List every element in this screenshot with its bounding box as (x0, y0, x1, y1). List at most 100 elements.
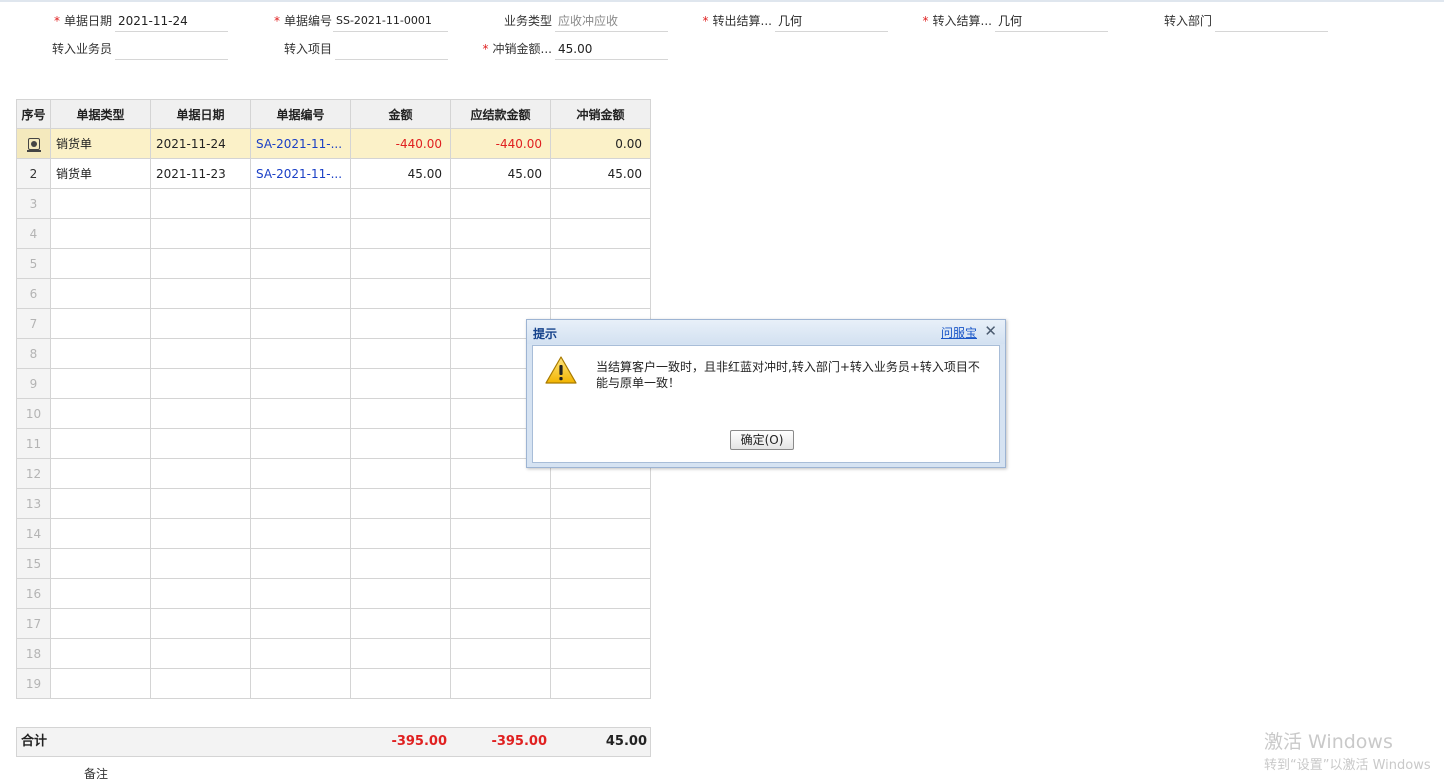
empty-cell[interactable] (50, 548, 151, 579)
type-cell[interactable]: 销货单 (50, 158, 151, 189)
empty-cell[interactable] (150, 368, 251, 399)
empty-cell[interactable] (350, 458, 451, 489)
help-link[interactable]: 问服宝 (941, 324, 977, 341)
empty-cell[interactable] (450, 548, 551, 579)
empty-cell[interactable] (250, 308, 351, 339)
empty-cell[interactable] (550, 548, 651, 579)
empty-cell[interactable] (350, 338, 451, 369)
date-cell[interactable]: 2021-11-23 (150, 158, 251, 189)
close-icon[interactable]: ✕ (984, 322, 997, 340)
receivable-cell[interactable]: 45.00 (450, 158, 551, 189)
empty-cell[interactable] (250, 608, 351, 639)
empty-cell[interactable] (550, 278, 651, 309)
empty-cell[interactable] (50, 398, 151, 429)
empty-cell[interactable] (250, 398, 351, 429)
empty-cell[interactable] (150, 398, 251, 429)
table-row[interactable]: 18 (16, 638, 651, 669)
empty-cell[interactable] (150, 278, 251, 309)
empty-cell[interactable] (50, 638, 151, 669)
empty-cell[interactable] (350, 638, 451, 669)
in-customer-input[interactable]: 几何 (995, 10, 1108, 32)
empty-cell[interactable] (50, 518, 151, 549)
empty-cell[interactable] (550, 218, 651, 249)
empty-cell[interactable] (250, 188, 351, 219)
offset-cell[interactable]: 0.00 (550, 128, 651, 159)
empty-cell[interactable] (150, 428, 251, 459)
empty-cell[interactable] (350, 428, 451, 459)
in-dept-input[interactable] (1215, 10, 1328, 32)
col-header-seq[interactable]: 序号 (16, 99, 51, 129)
table-row[interactable]: 6 (16, 278, 651, 309)
in-project-input[interactable] (335, 38, 448, 60)
empty-cell[interactable] (450, 218, 551, 249)
empty-cell[interactable] (150, 608, 251, 639)
type-cell[interactable]: 销货单 (50, 128, 151, 159)
empty-cell[interactable] (450, 608, 551, 639)
empty-cell[interactable] (50, 338, 151, 369)
empty-cell[interactable] (350, 608, 451, 639)
row-action-icon[interactable] (26, 138, 41, 152)
empty-cell[interactable] (350, 218, 451, 249)
table-row[interactable]: 14 (16, 518, 651, 549)
empty-cell[interactable] (250, 218, 351, 249)
col-header-offset[interactable]: 冲销金额 (550, 99, 651, 129)
empty-cell[interactable] (250, 578, 351, 609)
empty-cell[interactable] (250, 278, 351, 309)
empty-cell[interactable] (250, 668, 351, 699)
empty-cell[interactable] (250, 368, 351, 399)
dialog-titlebar[interactable] (527, 320, 1005, 344)
empty-cell[interactable] (250, 458, 351, 489)
table-row[interactable]: 4 (16, 218, 651, 249)
table-row[interactable]: 19 (16, 668, 651, 699)
empty-cell[interactable] (550, 488, 651, 519)
ok-button[interactable]: 确定(O) (730, 430, 794, 450)
empty-cell[interactable] (150, 488, 251, 519)
empty-cell[interactable] (350, 188, 451, 219)
empty-cell[interactable] (450, 248, 551, 279)
empty-cell[interactable] (150, 668, 251, 699)
col-header-amount[interactable]: 金额 (350, 99, 451, 129)
empty-cell[interactable] (150, 548, 251, 579)
empty-cell[interactable] (450, 188, 551, 219)
empty-cell[interactable] (550, 188, 651, 219)
empty-cell[interactable] (50, 248, 151, 279)
empty-cell[interactable] (150, 248, 251, 279)
empty-cell[interactable] (50, 308, 151, 339)
table-row[interactable]: 销货单 2021-11-24 SA-2021-11-... -440.00 -4… (16, 128, 651, 159)
table-row[interactable]: 3 (16, 188, 651, 219)
empty-cell[interactable] (350, 518, 451, 549)
empty-cell[interactable] (450, 638, 551, 669)
empty-cell[interactable] (350, 398, 451, 429)
empty-cell[interactable] (550, 608, 651, 639)
empty-cell[interactable] (550, 578, 651, 609)
empty-cell[interactable] (350, 578, 451, 609)
amount-cell[interactable]: -440.00 (350, 128, 451, 159)
empty-cell[interactable] (50, 608, 151, 639)
doc-no-link[interactable]: SA-2021-11-... (250, 128, 351, 159)
table-row[interactable]: 5 (16, 248, 651, 279)
table-row[interactable]: 15 (16, 548, 651, 579)
empty-cell[interactable] (250, 248, 351, 279)
col-header-no[interactable]: 单据编号 (250, 99, 351, 129)
doc-no-link[interactable]: SA-2021-11-... (250, 158, 351, 189)
empty-cell[interactable] (350, 278, 451, 309)
doc-no-input[interactable]: SS-2021-11-0001 (333, 10, 448, 32)
empty-cell[interactable] (150, 578, 251, 609)
table-row[interactable]: 13 (16, 488, 651, 519)
empty-cell[interactable] (50, 488, 151, 519)
empty-cell[interactable] (150, 338, 251, 369)
empty-cell[interactable] (50, 218, 151, 249)
biz-type-select[interactable]: 应收冲应收 (555, 10, 668, 32)
table-row[interactable]: 17 (16, 608, 651, 639)
row-seq-cell[interactable] (16, 128, 51, 159)
empty-cell[interactable] (150, 188, 251, 219)
empty-cell[interactable] (250, 638, 351, 669)
empty-cell[interactable] (450, 518, 551, 549)
in-salesman-input[interactable] (115, 38, 228, 60)
col-header-date[interactable]: 单据日期 (150, 99, 251, 129)
offset-amount-input[interactable]: 45.00 (555, 38, 668, 60)
empty-cell[interactable] (450, 578, 551, 609)
empty-cell[interactable] (450, 668, 551, 699)
empty-cell[interactable] (350, 488, 451, 519)
empty-cell[interactable] (250, 428, 351, 459)
